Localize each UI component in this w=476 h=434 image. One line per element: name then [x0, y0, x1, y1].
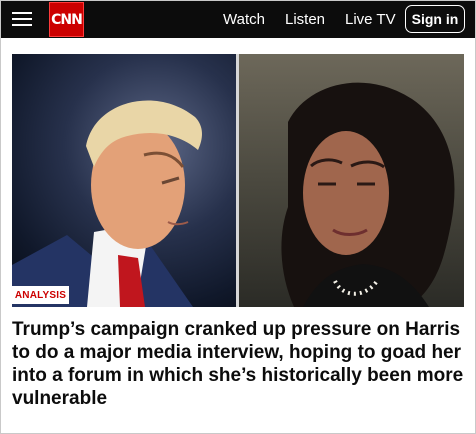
sign-in-button[interactable]: Sign in: [405, 5, 465, 33]
right-portrait-illustration: [281, 82, 455, 307]
menu-icon-line: [12, 12, 32, 14]
cnn-logo-text: CNN: [51, 11, 83, 28]
left-portrait-illustration: [12, 100, 202, 307]
cnn-logo[interactable]: CNN: [49, 2, 84, 37]
face-shape: [303, 131, 389, 255]
menu-icon[interactable]: [12, 10, 32, 28]
right-portrait-image: [239, 54, 464, 307]
menu-icon-line: [12, 18, 32, 20]
article-headline[interactable]: Trump’s campaign cranked up pressure on …: [12, 318, 466, 410]
analysis-tag: ANALYSIS: [12, 286, 69, 304]
article-hero-image[interactable]: [12, 54, 464, 307]
nav-watch-link[interactable]: Watch: [223, 11, 265, 28]
page: CNN Watch Listen Live TV Sign in ANALYSI…: [0, 0, 476, 434]
nav-listen-link[interactable]: Listen: [285, 11, 325, 28]
menu-icon-line: [12, 24, 32, 26]
top-navigation-bar: CNN Watch Listen Live TV Sign in: [1, 1, 475, 38]
nav-live-tv-link[interactable]: Live TV: [345, 11, 396, 28]
left-portrait-image: [12, 54, 236, 307]
